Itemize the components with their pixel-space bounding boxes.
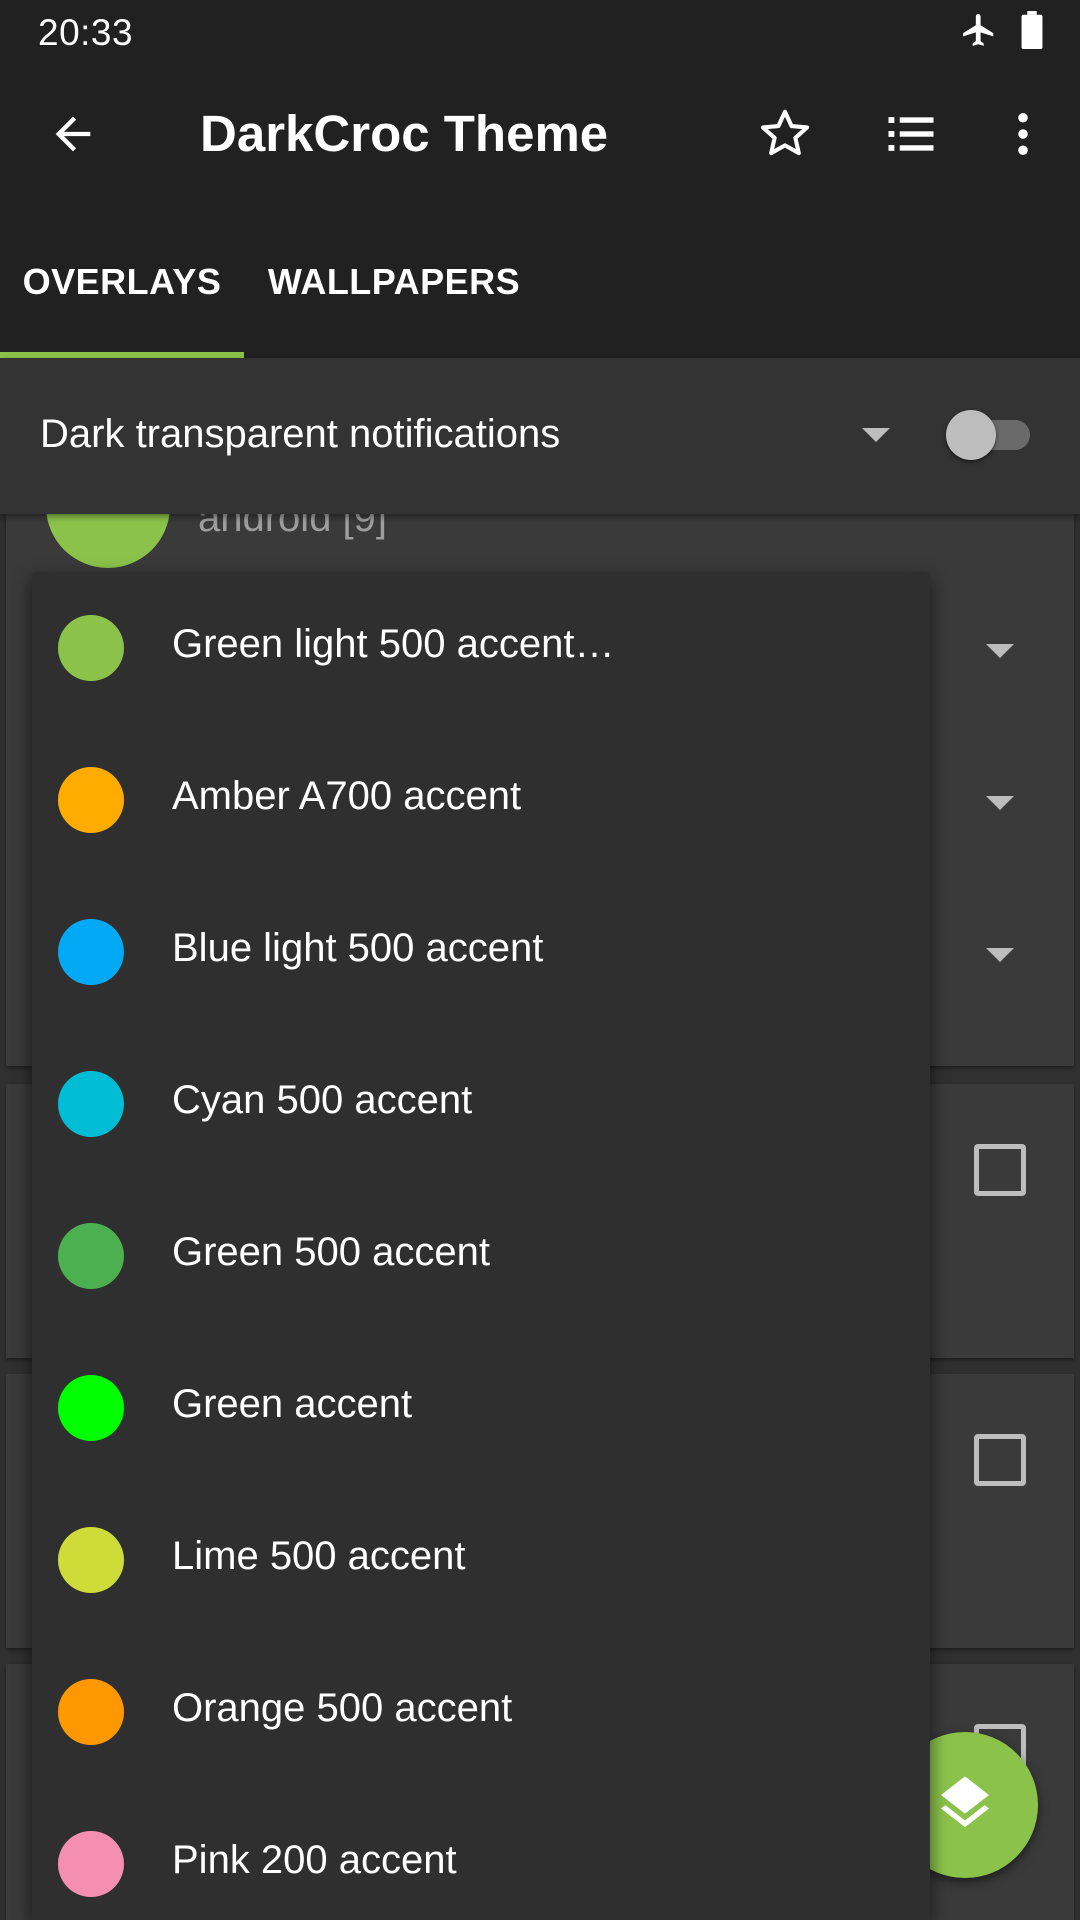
color-swatch <box>58 767 124 833</box>
option-label: Amber A700 accent <box>172 774 522 818</box>
option-label: Blue light 500 accent <box>172 926 544 970</box>
notifications-row: Dark transparent notifications <box>0 358 1080 514</box>
overflow-menu-button[interactable] <box>968 66 1078 206</box>
dropdown-arrow-icon[interactable] <box>986 948 1014 962</box>
option-label: Green light 500 accent… <box>172 622 615 666</box>
more-vert-icon <box>997 108 1049 165</box>
option-label: Lime 500 accent <box>172 1534 466 1578</box>
star-outline-icon <box>756 105 814 168</box>
dropdown-arrow-icon[interactable] <box>862 428 890 442</box>
dropdown-arrow-icon[interactable] <box>986 644 1014 658</box>
option-label: Orange 500 accent <box>172 1686 513 1730</box>
notifications-toggle[interactable] <box>946 408 1032 460</box>
favorite-button[interactable] <box>730 66 840 206</box>
checkbox[interactable] <box>974 1144 1026 1196</box>
dropdown-option[interactable]: Blue light 500 accent <box>32 876 930 1028</box>
option-label: Green 500 accent <box>172 1230 490 1274</box>
color-swatch <box>58 615 124 681</box>
color-swatch <box>58 1831 124 1897</box>
layers-icon <box>933 1771 997 1840</box>
back-button[interactable] <box>18 66 128 206</box>
color-swatch <box>58 1679 124 1745</box>
option-label: Cyan 500 accent <box>172 1078 473 1122</box>
tab-wallpapers[interactable]: WALLPAPERS <box>244 206 544 358</box>
color-swatch <box>58 919 124 985</box>
dropdown-option[interactable]: Pink 200 accent <box>32 1788 930 1920</box>
battery-icon <box>1020 10 1044 54</box>
airplane-mode-icon <box>960 11 998 54</box>
notifications-label: Dark transparent notifications <box>40 412 561 456</box>
color-swatch <box>58 1223 124 1289</box>
list-icon <box>884 107 938 166</box>
app-bar: DarkCroc Theme <box>0 66 1080 206</box>
toggle-thumb <box>946 410 996 460</box>
status-bar: 20:33 <box>0 0 1080 66</box>
dropdown-option[interactable]: Lime 500 accent <box>32 1484 930 1636</box>
dropdown-arrow-icon[interactable] <box>986 796 1014 810</box>
accent-dropdown-menu: Green light 500 accent… Amber A700 accen… <box>32 572 930 1920</box>
checkbox[interactable] <box>974 1434 1026 1486</box>
screen: 20:33 DarkCroc Theme OVERLAYS WALLPAPERS… <box>0 0 1080 1920</box>
dropdown-option[interactable]: Orange 500 accent <box>32 1636 930 1788</box>
color-swatch <box>58 1375 124 1441</box>
tab-bar: OVERLAYS WALLPAPERS <box>0 206 1080 358</box>
color-swatch <box>58 1071 124 1137</box>
option-label: Green accent <box>172 1382 413 1426</box>
tab-overlays[interactable]: OVERLAYS <box>0 206 244 358</box>
color-swatch <box>58 1527 124 1593</box>
dropdown-option[interactable]: Green accent <box>32 1332 930 1484</box>
dropdown-option[interactable]: Green light 500 accent… <box>32 572 930 724</box>
status-time: 20:33 <box>38 12 134 53</box>
status-icons <box>960 10 1044 54</box>
back-arrow-icon <box>47 108 99 165</box>
list-view-button[interactable] <box>856 66 966 206</box>
option-label: Pink 200 accent <box>172 1838 457 1882</box>
dropdown-option[interactable]: Cyan 500 accent <box>32 1028 930 1180</box>
page-title: DarkCroc Theme <box>200 105 609 162</box>
dropdown-option[interactable]: Green 500 accent <box>32 1180 930 1332</box>
dropdown-option[interactable]: Amber A700 accent <box>32 724 930 876</box>
